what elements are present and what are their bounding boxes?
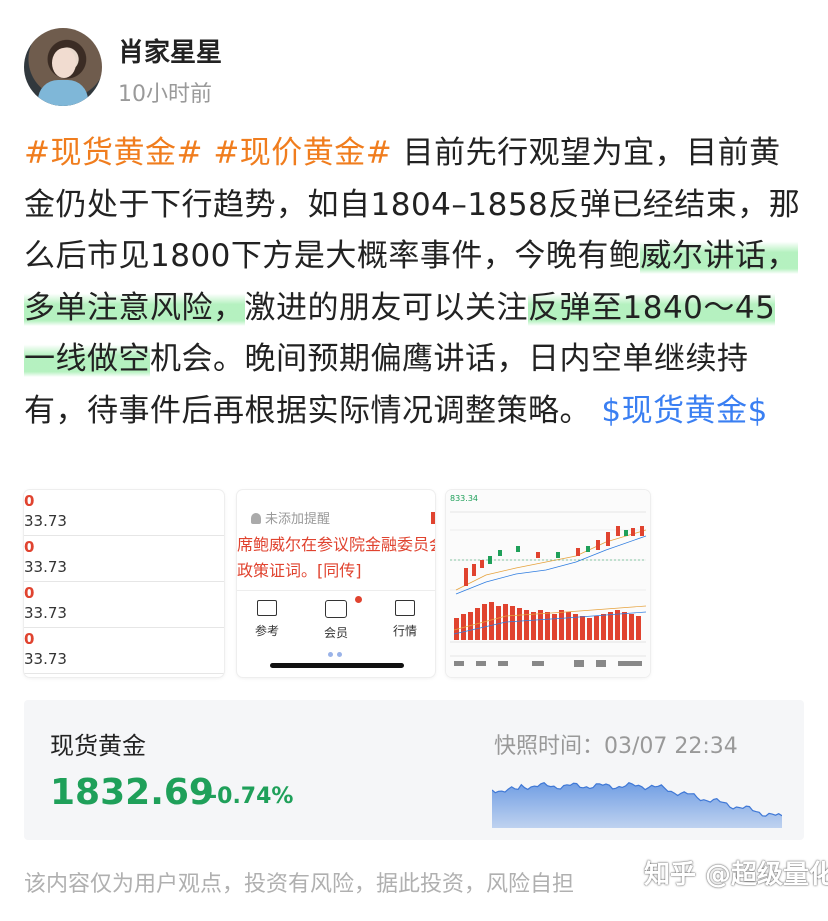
post-header: 肖家星星 10小时前 (24, 24, 784, 108)
quote-row: 0 33.73 (24, 536, 224, 582)
document-icon (257, 600, 277, 616)
quote-name: 现货黄金 (50, 732, 146, 760)
notification-dot (355, 596, 362, 603)
quote-change: -0.74% (208, 784, 294, 809)
snapshot-time: 快照时间：03/07 22:34 (494, 734, 738, 759)
risk-disclaimer: 该内容仅为用户观点，投资有风险，据此投资，风险自担 (24, 872, 575, 897)
price-sparkline (492, 782, 782, 828)
image-thumbnails: 0 33.73 0 33.73 0 33.73 0 33.73 未添加提醒 席鲍威尔在参… (24, 490, 804, 680)
news-text: 席鲍威尔在参议院金融委员会 政策证词。[同传] (237, 535, 435, 580)
home-indicator (270, 663, 404, 668)
watermark: 知乎 @超级量化星 (644, 860, 828, 890)
nav-reference: 参考 (237, 600, 297, 639)
nav-member: 会员 (306, 600, 366, 641)
pager-dots (328, 642, 346, 661)
post-body: #现货黄金# #现价黄金# 目前先行观望为宜，目前黄金仍处于下行趋势，如自180… (24, 128, 804, 437)
author-name[interactable]: 肖家星星 (118, 32, 222, 69)
trend-icon (395, 600, 415, 616)
quote-row: 0 33.73 (24, 582, 224, 628)
nav-market: 行情 (375, 600, 435, 639)
quote-price: 1832.69 (50, 772, 214, 813)
topic-tag-spot-gold[interactable]: #现货黄金# (24, 135, 203, 171)
stock-quote-card[interactable]: 现货黄金 1832.69 -0.74% 快照时间：03/07 22:34 (24, 700, 804, 840)
thumbnail-3[interactable]: 833.34 (446, 490, 650, 677)
thumbnail-2[interactable]: 未添加提醒 席鲍威尔在参议院金融委员会 政策证词。[同传] 参考 会员 行情 (237, 490, 435, 677)
reminder-label: 未添加提醒 (251, 508, 330, 527)
kline-chart-image: 833.34 (446, 490, 650, 677)
bell-icon (251, 513, 261, 524)
post-text-2: 激进的朋友可以关注 (244, 289, 528, 326)
vip-icon (325, 600, 347, 618)
thumbnail-1[interactable]: 0 33.73 0 33.73 0 33.73 0 33.73 (24, 490, 224, 677)
stock-link[interactable]: $现货黄金$ (601, 393, 767, 429)
post-time: 10小时前 (118, 82, 212, 107)
svg-text:833.34: 833.34 (450, 494, 478, 503)
topic-tag-current-gold[interactable]: #现价黄金# (213, 135, 392, 171)
quote-row: 0 33.73 (24, 490, 224, 536)
avatar[interactable] (24, 28, 102, 106)
quote-row: 0 33.73 (24, 628, 224, 674)
